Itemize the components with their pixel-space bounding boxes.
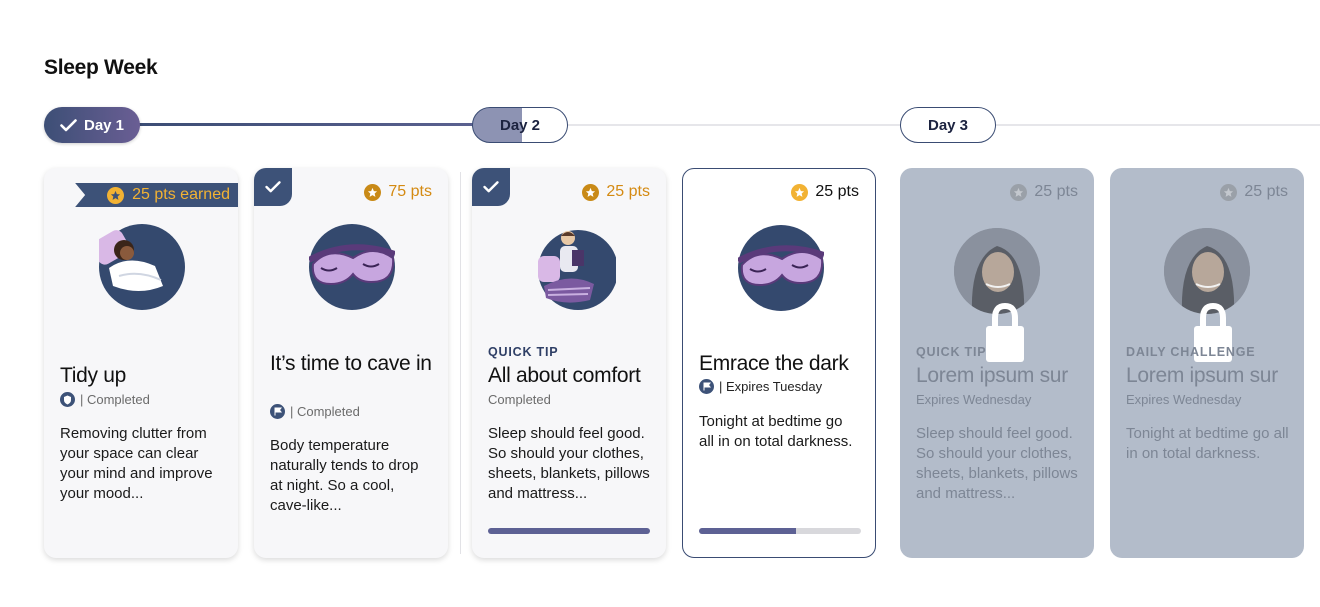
points-label: 25 pts <box>1010 183 1078 201</box>
reading-person-illustration <box>538 230 616 310</box>
card-status-text: Expires Wednesday <box>1126 392 1242 407</box>
points-text: 25 pts <box>1244 183 1288 200</box>
challenge-card-locked-daily-challenge: 25 pts DAILY CHALLENGE Lorem ipsum sur E… <box>1110 168 1304 558</box>
card-status-text: | Expires Tuesday <box>719 379 823 394</box>
checkmark-icon <box>60 118 77 131</box>
card-title: Lorem ipsum sur <box>916 364 1068 387</box>
card-description: Sleep should feel good. So should your c… <box>488 425 650 502</box>
sleep-mask-illustration <box>309 224 395 310</box>
card-status: | Completed <box>60 392 150 407</box>
card-title: Emrace the dark <box>699 352 849 375</box>
checkmark-icon <box>265 181 281 193</box>
challenge-card-all-about-comfort[interactable]: 25 pts QUICK TIP All about comfort Compl… <box>472 168 666 558</box>
completed-check-badge <box>254 168 292 206</box>
progress-bar <box>488 528 650 534</box>
checkmark-icon <box>483 181 499 193</box>
lock-icon <box>986 302 1024 362</box>
points-label: 25 pts <box>791 183 859 201</box>
points-earned-label: 25 pts earned <box>132 186 230 203</box>
star-icon <box>582 183 600 201</box>
points-text: 25 pts <box>1034 183 1078 200</box>
card-status: Expires Wednesday <box>1126 392 1241 407</box>
sleep-mask-illustration <box>738 225 824 311</box>
flag-icon <box>270 404 285 419</box>
day-3-pill[interactable]: Day 3 <box>900 107 996 143</box>
progress-bar <box>699 528 861 534</box>
card-title: Lorem ipsum sur <box>1126 364 1278 387</box>
card-eyebrow: DAILY CHALLENGE <box>1126 345 1256 359</box>
card-status-text: | Completed <box>80 392 150 407</box>
day-1-label: Day 1 <box>83 116 125 134</box>
points-label: 25 pts <box>1220 183 1288 201</box>
star-icon <box>1220 183 1238 201</box>
points-earned-ribbon: 25 pts earned <box>75 183 238 207</box>
card-title: Tidy up <box>60 364 126 387</box>
card-eyebrow: QUICK TIP <box>916 345 987 359</box>
card-description: Sleep should feel good. So should your c… <box>916 425 1078 502</box>
day-1-pill[interactable]: Day 1 <box>44 107 140 143</box>
completed-check-badge <box>472 168 510 206</box>
challenge-card-tidy-up[interactable]: 25 pts earned Tidy up | Completed Removi… <box>44 168 238 558</box>
star-icon <box>1010 183 1028 201</box>
star-icon <box>364 183 382 201</box>
card-description: Tonight at bedtime go all in on total da… <box>1126 425 1289 462</box>
shield-icon <box>60 392 75 407</box>
points-label: 25 pts <box>582 183 650 201</box>
card-description: Removing clutter from your space can cle… <box>60 425 213 502</box>
day-2-label: Day 2 <box>499 116 541 134</box>
sleeping-person-illustration <box>99 224 185 310</box>
day-3-label: Day 3 <box>927 116 969 134</box>
progress-fill <box>488 528 650 534</box>
challenge-card-locked-quick-tip: 25 pts QUICK TIP Lorem ipsum sur Expires… <box>900 168 1094 558</box>
day-divider <box>460 172 461 554</box>
challenge-card-cave-in[interactable]: 75 pts It’s time to cave in | Completed … <box>254 168 448 558</box>
card-status-text: Completed <box>488 392 551 407</box>
points-text: 25 pts <box>606 183 650 200</box>
card-eyebrow: QUICK TIP <box>488 345 559 359</box>
card-status-text: Expires Wednesday <box>916 392 1032 407</box>
card-description: Tonight at bedtime go all in on total da… <box>699 413 853 450</box>
page-title: Sleep Week <box>44 56 158 79</box>
flag-icon <box>699 379 714 394</box>
day-2-pill[interactable]: Day 2 <box>472 107 568 143</box>
card-title: All about comfort <box>488 364 641 387</box>
card-status: Completed <box>488 392 551 407</box>
card-status-text: | Completed <box>290 404 360 419</box>
points-text: 75 pts <box>388 183 432 200</box>
star-icon <box>107 186 125 204</box>
card-description: Body temperature naturally tends to drop… <box>270 437 419 514</box>
challenge-card-embrace-the-dark[interactable]: 25 pts Emrace the dark | Expires Tuesday… <box>682 168 876 558</box>
timeline-track-completed <box>120 123 480 126</box>
card-status: Expires Wednesday <box>916 392 1031 407</box>
points-text: 25 pts <box>815 183 859 200</box>
progress-fill <box>699 528 797 534</box>
card-status: | Expires Tuesday <box>699 379 822 394</box>
card-status: | Completed <box>270 404 360 419</box>
star-icon <box>791 183 809 201</box>
card-title: It’s time to cave in <box>270 352 432 375</box>
points-label: 75 pts <box>364 183 432 201</box>
